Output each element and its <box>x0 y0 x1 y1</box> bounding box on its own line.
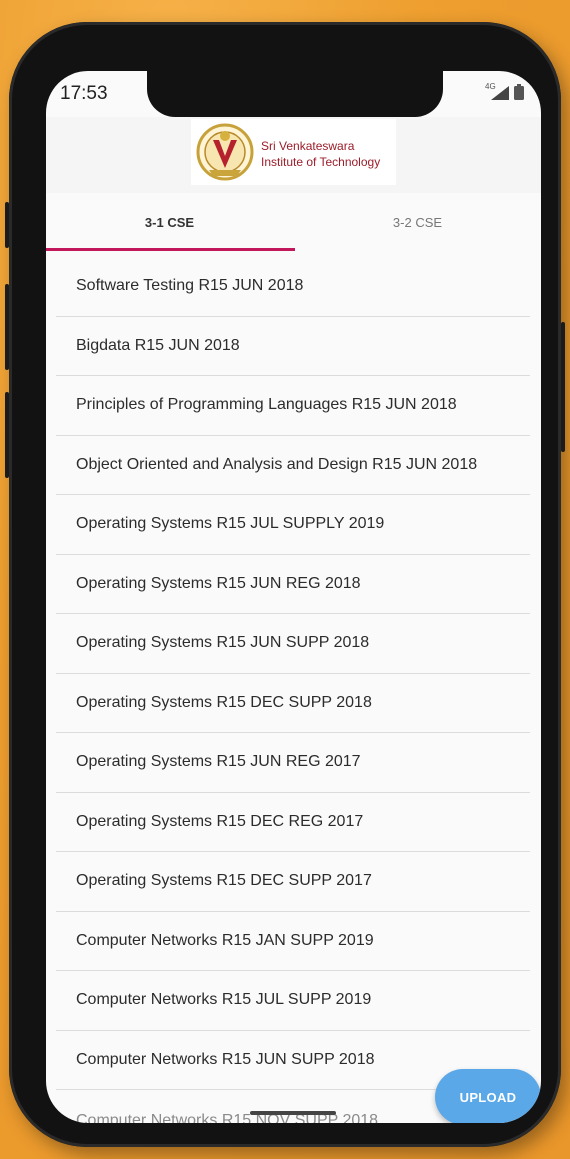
tab-3-1-cse[interactable]: 3-1 CSE <box>46 193 293 251</box>
volume-down-button <box>5 392 9 478</box>
paper-list: Software Testing R15 JUN 2018 Bigdata R1… <box>56 257 530 1123</box>
list-item[interactable]: Operating Systems R15 DEC REG 2017 <box>56 793 530 852</box>
list-item[interactable]: Operating Systems R15 JUN SUPP 2018 <box>56 614 530 674</box>
institute-logo: Sri Venkateswara Institute of Technology <box>191 119 396 185</box>
active-tab-indicator <box>46 248 295 251</box>
phone-frame: 17:53 4G Sri Venkateswara Institute of T… <box>5 22 565 1147</box>
list-item[interactable]: Operating Systems R15 DEC SUPP 2017 <box>56 852 530 912</box>
list-item[interactable]: Computer Networks R15 JUL SUPP 2019 <box>56 971 530 1031</box>
list-item[interactable]: Computer Networks R15 JAN SUPP 2019 <box>56 912 530 971</box>
silent-switch <box>5 202 9 248</box>
list-item[interactable]: Software Testing R15 JUN 2018 <box>56 257 530 317</box>
logo-line-2: Institute of Technology <box>261 155 381 169</box>
home-indicator <box>250 1111 336 1115</box>
volume-up-button <box>5 284 9 370</box>
battery-icon <box>514 84 524 100</box>
list-item[interactable]: Operating Systems R15 DEC SUPP 2018 <box>56 674 530 733</box>
list-item[interactable]: Operating Systems R15 JUN REG 2018 <box>56 555 530 614</box>
screen: 17:53 4G Sri Venkateswara Institute of T… <box>46 71 541 1123</box>
upload-button[interactable]: UPLOAD <box>435 1069 541 1123</box>
status-icons: 4G <box>483 82 527 102</box>
notch <box>147 71 443 117</box>
list-item[interactable]: Object Oriented and Analysis and Design … <box>56 436 530 495</box>
tab-3-2-cse[interactable]: 3-2 CSE <box>294 193 541 251</box>
list-item[interactable]: Bigdata R15 JUN 2018 <box>56 317 530 376</box>
status-time: 17:53 <box>60 83 108 104</box>
tab-bar: 3-1 CSE 3-2 CSE <box>46 193 541 251</box>
list-item[interactable]: Principles of Programming Languages R15 … <box>56 376 530 436</box>
list-item[interactable]: Operating Systems R15 JUL SUPPLY 2019 <box>56 495 530 555</box>
list-item[interactable]: Operating Systems R15 JUN REG 2017 <box>56 733 530 793</box>
power-button <box>561 322 565 452</box>
signal-icon <box>491 86 509 100</box>
crest-icon <box>196 123 254 181</box>
logo-line-1: Sri Venkateswara <box>261 139 355 153</box>
